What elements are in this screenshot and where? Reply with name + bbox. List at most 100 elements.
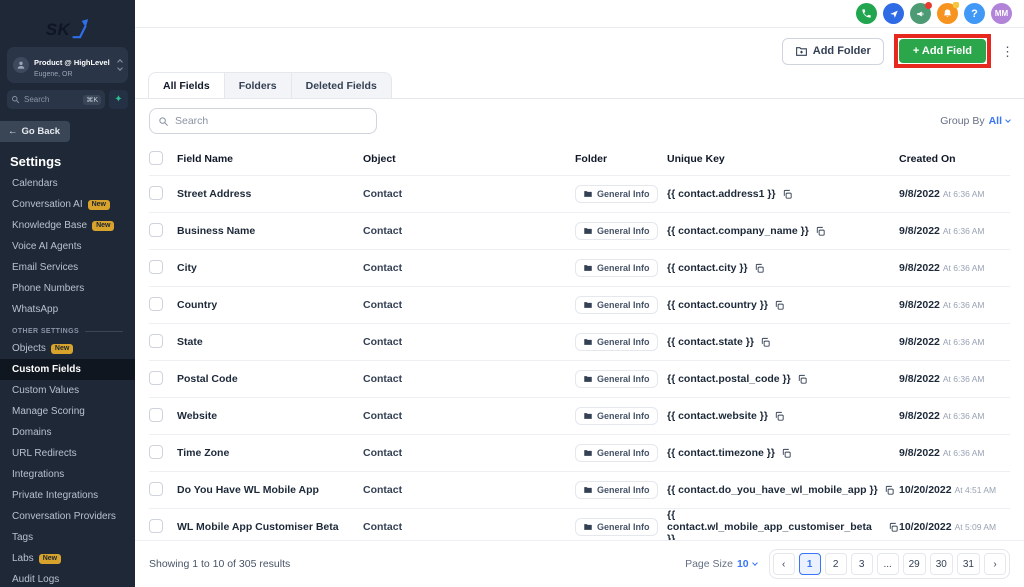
prev-page-button[interactable]: ‹ <box>773 553 795 575</box>
row-checkbox[interactable] <box>149 223 163 237</box>
folder-chip[interactable]: General Info <box>575 444 658 462</box>
copy-icon[interactable] <box>888 522 899 533</box>
folder-chip[interactable]: General Info <box>575 259 658 277</box>
field-object: Contact <box>363 225 575 237</box>
folder-chip[interactable]: General Info <box>575 222 658 240</box>
sidebar-item-knowledge-base[interactable]: Knowledge BaseNew <box>0 215 135 236</box>
help-icon[interactable]: ? <box>964 3 985 24</box>
row-checkbox[interactable] <box>149 260 163 274</box>
copy-icon[interactable] <box>815 226 826 237</box>
sidebar-item-domains[interactable]: Domains <box>0 422 135 443</box>
copy-icon[interactable] <box>797 374 808 385</box>
copy-icon[interactable] <box>781 448 792 459</box>
sidebar-item-calendars[interactable]: Calendars <box>0 173 135 194</box>
sidebar-item-tags[interactable]: Tags <box>0 527 135 548</box>
folder-chip[interactable]: General Info <box>575 333 658 351</box>
created-time: At 6:36 AM <box>943 189 985 199</box>
row-checkbox[interactable] <box>149 297 163 311</box>
topbar: ? MM <box>135 0 1024 28</box>
created-date: 10/20/2022 <box>899 484 952 496</box>
sidebar-item-label: Calendars <box>12 178 58 189</box>
unique-key: {{ contact.country }} <box>667 299 768 311</box>
folder-chip[interactable]: General Info <box>575 481 658 499</box>
row-checkbox[interactable] <box>149 408 163 422</box>
go-back-button[interactable]: ← Go Back <box>0 121 70 142</box>
copy-icon[interactable] <box>760 337 771 348</box>
tab-deleted-fields[interactable]: Deleted Fields <box>291 72 392 98</box>
page-button[interactable]: 1 <box>799 553 821 575</box>
sidebar-item-custom-fields[interactable]: Custom Fields <box>0 359 135 380</box>
sidebar-item-manage-scoring[interactable]: Manage Scoring <box>0 401 135 422</box>
sidebar-menu: Calendars Conversation AINewKnowledge Bas… <box>0 173 135 587</box>
row-checkbox[interactable] <box>149 186 163 200</box>
copy-icon[interactable] <box>884 485 895 496</box>
folder-icon <box>583 263 593 273</box>
page-button[interactable]: 29 <box>903 553 926 575</box>
page-ellipsis[interactable]: ... <box>877 553 899 575</box>
folder-chip[interactable]: General Info <box>575 296 658 314</box>
table-search[interactable] <box>149 108 377 134</box>
sidebar-item-email-services[interactable]: Email Services <box>0 257 135 278</box>
tab-folders[interactable]: Folders <box>224 72 292 98</box>
page-button[interactable]: 3 <box>851 553 873 575</box>
copy-icon[interactable] <box>774 300 785 311</box>
sidebar-search-input[interactable]: ⌘K <box>7 90 105 109</box>
tab-all-fields[interactable]: All Fields <box>148 72 225 98</box>
group-by-label: Group By <box>940 115 984 127</box>
folder-icon <box>583 300 593 310</box>
sidebar-item-phone-numbers[interactable]: Phone Numbers <box>0 278 135 299</box>
copy-icon[interactable] <box>782 189 793 200</box>
avatar[interactable]: MM <box>991 3 1012 24</box>
sidebar-item-conversation-providers[interactable]: Conversation Providers <box>0 506 135 527</box>
sidebar-item-private-integrations[interactable]: Private Integrations <box>0 485 135 506</box>
page-size-dropdown[interactable]: Page Size 10 <box>685 558 757 570</box>
sidebar-item-url-redirects[interactable]: URL Redirects <box>0 443 135 464</box>
sidebar-item-custom-values[interactable]: Custom Values <box>0 380 135 401</box>
sidebar-item-conversation-ai[interactable]: Conversation AINew <box>0 194 135 215</box>
sidebar-search-field[interactable] <box>24 95 72 104</box>
folder-chip[interactable]: General Info <box>575 370 658 388</box>
field-name: City <box>177 262 363 274</box>
page-button[interactable]: 30 <box>930 553 953 575</box>
created-time: At 4:51 AM <box>955 485 997 495</box>
account-switcher[interactable]: Product @ HighLevel Eugene, OR <box>7 47 128 83</box>
row-checkbox[interactable] <box>149 371 163 385</box>
row-checkbox[interactable] <box>149 482 163 496</box>
kebab-menu-icon[interactable]: ⋮ <box>1001 45 1014 58</box>
page-button[interactable]: 2 <box>825 553 847 575</box>
row-checkbox[interactable] <box>149 519 163 533</box>
add-field-button[interactable]: + Add Field <box>899 39 986 63</box>
announcements-icon[interactable] <box>910 3 931 24</box>
folder-chip[interactable]: General Info <box>575 407 658 425</box>
next-page-button[interactable]: › <box>984 553 1006 575</box>
created-on: 9/8/2022At 6:36 AM <box>899 225 1010 237</box>
copy-icon[interactable] <box>774 411 785 422</box>
row-checkbox[interactable] <box>149 334 163 348</box>
folder-chip-label: General Info <box>597 448 650 458</box>
folder-chip-label: General Info <box>597 411 650 421</box>
created-on: 9/8/2022At 6:36 AM <box>899 336 1010 348</box>
sidebar-item-objects[interactable]: ObjectsNew <box>0 338 135 359</box>
table-search-input[interactable] <box>175 115 368 127</box>
phone-icon[interactable] <box>856 3 877 24</box>
folder-icon <box>583 448 593 458</box>
sparkle-button[interactable]: ✦ <box>109 90 128 109</box>
row-checkbox[interactable] <box>149 445 163 459</box>
sidebar-item-whatsapp[interactable]: WhatsApp <box>0 299 135 320</box>
notifications-icon[interactable] <box>937 3 958 24</box>
sidebar-item-voice-ai-agents[interactable]: Voice AI Agents <box>0 236 135 257</box>
sidebar-item-integrations[interactable]: Integrations <box>0 464 135 485</box>
copy-icon[interactable] <box>754 263 765 274</box>
page-button[interactable]: 31 <box>957 553 980 575</box>
chevron-down-icon <box>1005 117 1011 123</box>
sidebar-item-labs[interactable]: LabsNew <box>0 548 135 569</box>
launch-icon[interactable] <box>883 3 904 24</box>
account-name: Product @ HighLevel <box>34 58 110 67</box>
folder-chip[interactable]: General Info <box>575 518 658 536</box>
add-folder-button[interactable]: Add Folder <box>782 38 884 65</box>
sidebar-item-label: Domains <box>12 427 51 438</box>
folder-chip[interactable]: General Info <box>575 185 658 203</box>
group-by-dropdown[interactable]: Group By All <box>940 115 1010 127</box>
sidebar-item-audit-logs[interactable]: Audit Logs <box>0 569 135 587</box>
select-all-checkbox[interactable] <box>149 151 163 165</box>
